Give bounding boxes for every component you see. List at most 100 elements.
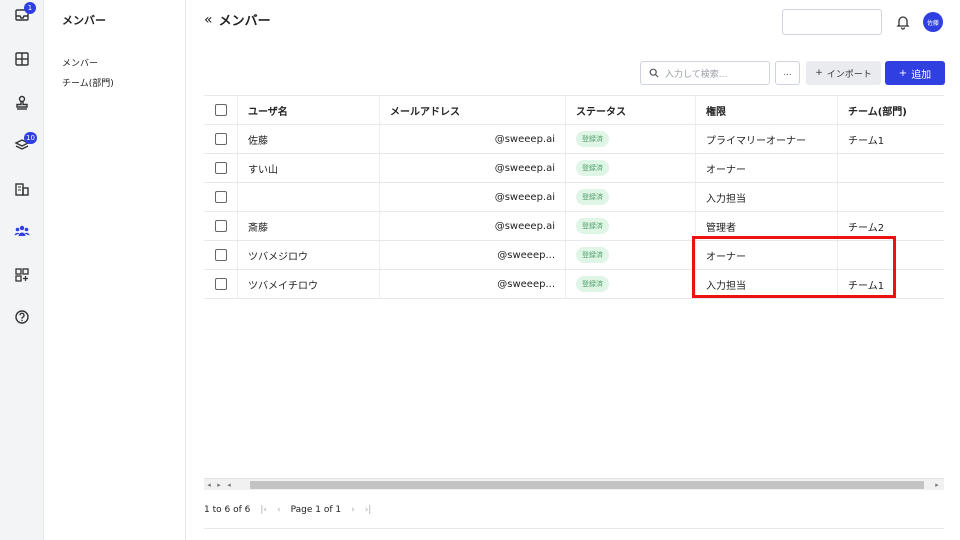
cell-username: ツバメジロウ [238, 241, 380, 269]
layout-grid-icon [15, 52, 29, 66]
add-member-button[interactable]: + 追加 [885, 61, 945, 85]
cell-role: 入力担当 [696, 270, 838, 298]
cell-team [838, 183, 944, 211]
rail-dashboard[interactable] [0, 44, 44, 74]
prev-page-icon[interactable]: ‹ [277, 505, 281, 515]
inbox-badge: 1 [24, 2, 36, 14]
column-header-status[interactable]: ステータス [566, 96, 696, 124]
rail-layers[interactable]: 10 [0, 130, 44, 160]
global-search-input[interactable] [782, 9, 882, 35]
bell-icon[interactable] [895, 14, 911, 30]
column-header-username[interactable]: ユーザ名 [238, 96, 380, 124]
next-page-icon[interactable]: › [351, 505, 355, 515]
status-badge: 登録済 [576, 218, 609, 234]
table-row[interactable]: すい山 @sweeep.ai 登録済 オーナー [204, 154, 944, 183]
cell-team [838, 154, 944, 182]
rail-members[interactable] [0, 216, 44, 246]
cell-role: オーナー [696, 154, 838, 182]
row-select-cell [204, 241, 238, 269]
scroll-left-icon[interactable]: ◂ [224, 481, 234, 489]
scrollbar-thumb[interactable] [250, 481, 924, 489]
cell-role: オーナー [696, 241, 838, 269]
table-row[interactable]: ツバメイチロウ @sweeep... 登録済 入力担当 チーム1 [204, 270, 944, 299]
row-checkbox[interactable] [214, 220, 227, 232]
cell-status: 登録済 [566, 212, 696, 240]
status-badge: 登録済 [576, 247, 609, 263]
add-button-label: 追加 [911, 69, 932, 81]
scroll-right-icon[interactable]: ▸ [932, 481, 942, 489]
sub-sidebar-title: メンバー [62, 14, 106, 27]
main-content: « メンバー 佐藤 入力して検索... ... + インポート + 追加 ユーザ… [186, 0, 960, 540]
select-all-checkbox[interactable] [214, 104, 227, 116]
row-checkbox[interactable] [214, 191, 227, 203]
scroll-left-icon[interactable]: ◂ [204, 481, 214, 489]
cell-username: すい山 [238, 154, 380, 182]
row-checkbox[interactable] [214, 278, 227, 290]
status-badge: 登録済 [576, 276, 609, 292]
first-page-icon[interactable]: |‹ [260, 505, 267, 515]
status-badge: 登録済 [576, 160, 609, 176]
page-title: « メンバー [204, 10, 271, 30]
cell-username [238, 183, 380, 211]
apps-add-icon [15, 268, 29, 282]
table-header-row: ユーザ名 メールアドレス ステータス 権限 チーム(部門) [204, 95, 944, 125]
cell-status: 登録済 [566, 241, 696, 269]
cell-role: 管理者 [696, 212, 838, 240]
import-button[interactable]: + インポート [806, 61, 881, 85]
page-indicator: Page 1 of 1 [290, 505, 342, 515]
column-header-email[interactable]: メールアドレス [380, 96, 566, 124]
row-select-cell [204, 125, 238, 153]
member-search-input[interactable]: 入力して検索... [640, 61, 770, 85]
cell-team: チーム1 [848, 280, 885, 292]
table-row[interactable]: 佐藤 @sweeep.ai 登録済 プライマリーオーナー チーム1 [204, 125, 944, 154]
pagination: 1 to 6 of 6 |‹ ‹ Page 1 of 1 › ›| [204, 505, 371, 515]
scroll-right-icon[interactable]: ▸ [214, 481, 224, 489]
icon-rail: 1 10 [0, 0, 44, 540]
cell-role: プライマリーオーナー [696, 125, 838, 153]
cell-role: 入力担当 [696, 183, 838, 211]
table-row[interactable]: @sweeep.ai 登録済 入力担当 [204, 183, 944, 212]
sub-sidebar: メンバー メンバー チーム(部門) [44, 0, 186, 540]
import-button-label: インポート [826, 69, 872, 80]
cell-username: 斎藤 [238, 212, 380, 240]
rail-company[interactable] [0, 174, 44, 204]
row-select-cell [204, 154, 238, 182]
table-row[interactable]: 斎藤 @sweeep.ai 登録済 管理者 チーム2 [204, 212, 944, 241]
rail-inbox[interactable]: 1 [0, 0, 44, 30]
page-title-text: メンバー [218, 14, 271, 29]
horizontal-scrollbar[interactable]: ◂ ▸ ◂ ▸ [204, 478, 944, 490]
cell-status: 登録済 [566, 125, 696, 153]
last-page-icon[interactable]: ›| [365, 505, 372, 515]
rail-help[interactable] [0, 302, 44, 332]
row-select-cell [204, 183, 238, 211]
column-header-team[interactable]: チーム(部門) [838, 96, 944, 124]
pagination-range: 1 to 6 of 6 [204, 505, 251, 515]
table-row[interactable]: ツバメジロウ @sweeep... 登録済 オーナー [204, 241, 944, 270]
cell-email: @sweeep... [380, 270, 566, 298]
rail-apps[interactable] [0, 260, 44, 290]
select-all-cell [204, 96, 238, 124]
help-icon [15, 310, 29, 324]
members-table: ユーザ名 メールアドレス ステータス 権限 チーム(部門) 佐藤 @sweeep… [204, 95, 944, 299]
row-checkbox[interactable] [214, 249, 227, 261]
column-header-role[interactable]: 権限 [696, 96, 838, 124]
subnav-item-teams[interactable]: チーム(部門) [62, 76, 114, 89]
cell-email: @sweeep.ai [380, 125, 566, 153]
status-badge: 登録済 [576, 131, 609, 147]
subnav-item-members[interactable]: メンバー [62, 56, 98, 69]
cell-username: 佐藤 [238, 125, 380, 153]
user-avatar[interactable]: 佐藤 [923, 12, 943, 32]
cell-team [838, 241, 944, 269]
cell-team: チーム2 [848, 222, 885, 234]
row-select-cell [204, 270, 238, 298]
rail-approval[interactable] [0, 88, 44, 118]
more-options-button[interactable]: ... [775, 61, 800, 85]
divider [204, 528, 944, 529]
cell-status: 登録済 [566, 183, 696, 211]
plus-icon: + [898, 67, 908, 79]
collapse-sidebar-icon[interactable]: « [204, 12, 213, 28]
row-checkbox[interactable] [214, 133, 227, 145]
cell-team: チーム1 [848, 135, 885, 147]
row-checkbox[interactable] [214, 162, 227, 174]
cell-email: @sweeep.ai [380, 183, 566, 211]
